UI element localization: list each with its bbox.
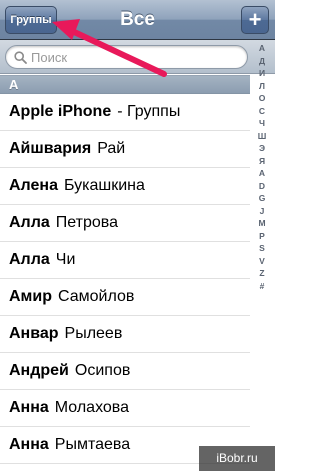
contact-last-name: Букашкина [63, 177, 145, 194]
index-letter[interactable]: D [259, 180, 265, 193]
contact-last-name: Рылеев [64, 325, 123, 342]
watermark: iBobr.ru [199, 446, 275, 471]
index-letter[interactable]: P [259, 230, 265, 243]
contact-row[interactable]: Андрей Осипов [0, 353, 250, 390]
contact-first-name: Алла [9, 251, 50, 268]
contact-first-name: Анна [9, 436, 49, 453]
contact-row[interactable]: Алла Чи [0, 242, 250, 279]
index-letter[interactable]: Z [259, 267, 264, 280]
index-letter[interactable]: M [258, 217, 265, 230]
contact-row[interactable]: Айшвария Рай [0, 131, 250, 168]
index-letter[interactable]: Ш [258, 130, 267, 143]
index-letter[interactable]: О [259, 92, 266, 105]
contact-last-name: Петрова [55, 214, 118, 231]
section-header: A [0, 75, 250, 94]
contact-first-name: Андрей [9, 362, 69, 379]
search-icon [14, 51, 27, 64]
index-letter[interactable]: G [259, 192, 266, 205]
index-letter[interactable]: Д [259, 55, 265, 68]
navigation-bar: Группы Все + [0, 0, 275, 40]
contact-first-name: Алена [9, 177, 58, 194]
index-letter[interactable]: С [259, 105, 265, 118]
index-letter[interactable]: J [260, 205, 265, 218]
index-letter[interactable]: Я [259, 155, 265, 168]
index-letter[interactable]: Э [259, 142, 265, 155]
contact-first-name: Алла [9, 214, 50, 231]
contact-first-name: Apple iPhone [9, 103, 112, 120]
index-letter[interactable]: А [259, 42, 265, 55]
contact-last-name: Осипов [74, 362, 131, 379]
contact-first-name: Айшвария [9, 140, 92, 157]
section-index[interactable]: А Д И Л О С Ч Ш Э Я A D G J M P S V Z # [255, 40, 269, 471]
contact-row[interactable]: Анна Молахова [0, 390, 250, 427]
index-letter[interactable]: S [259, 242, 265, 255]
contact-row[interactable]: Анвар Рылеев [0, 316, 250, 353]
contact-list: Apple iPhone - Группы Айшвария Рай Алена Бу… [0, 94, 250, 464]
contact-last-name: Рай [97, 140, 126, 157]
index-letter[interactable]: Ч [259, 117, 265, 130]
page-title: Все [120, 9, 155, 30]
contact-row[interactable]: Амир Самойлов [0, 279, 250, 316]
contact-last-name: - Группы [117, 103, 181, 120]
index-letter[interactable]: A [259, 167, 265, 180]
add-contact-button[interactable]: + [241, 6, 269, 34]
index-letter[interactable]: И [259, 67, 265, 80]
contact-first-name: Амир [9, 288, 52, 305]
contact-first-name: Анвар [9, 325, 59, 342]
search-field[interactable] [5, 45, 248, 69]
index-letter[interactable]: Л [259, 80, 265, 93]
contact-row[interactable]: Алла Петрова [0, 205, 250, 242]
contact-last-name: Молахова [54, 399, 130, 416]
contact-first-name: Анна [9, 399, 49, 416]
contact-last-name: Чи [55, 251, 76, 268]
contact-row[interactable]: Apple iPhone - Группы [0, 94, 250, 131]
index-letter[interactable]: V [259, 255, 265, 268]
search-bar [0, 40, 275, 74]
contact-row[interactable]: Алена Букашкина [0, 168, 250, 205]
search-input[interactable] [31, 49, 231, 65]
index-letter[interactable]: # [260, 280, 265, 293]
contact-last-name: Самойлов [58, 288, 135, 305]
contact-last-name: Рымтаева [54, 436, 131, 453]
